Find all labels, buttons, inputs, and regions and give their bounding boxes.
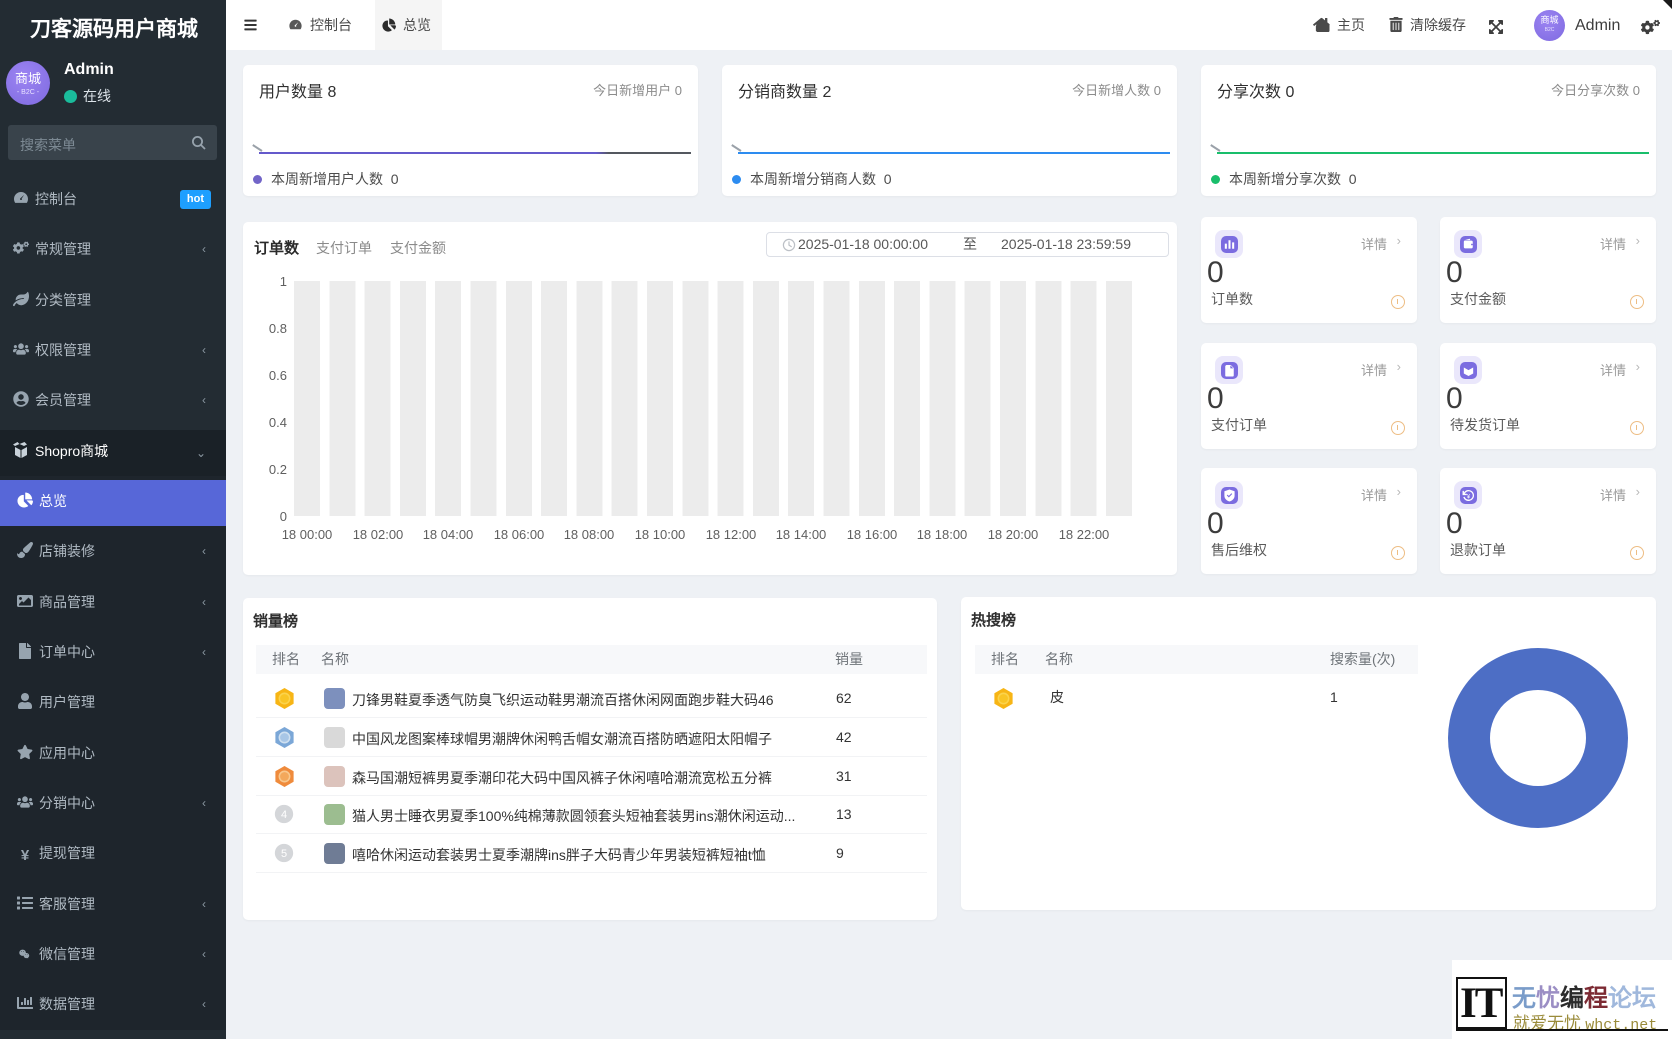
svg-text:5: 5 bbox=[281, 848, 287, 860]
svg-text:4: 4 bbox=[281, 809, 287, 821]
